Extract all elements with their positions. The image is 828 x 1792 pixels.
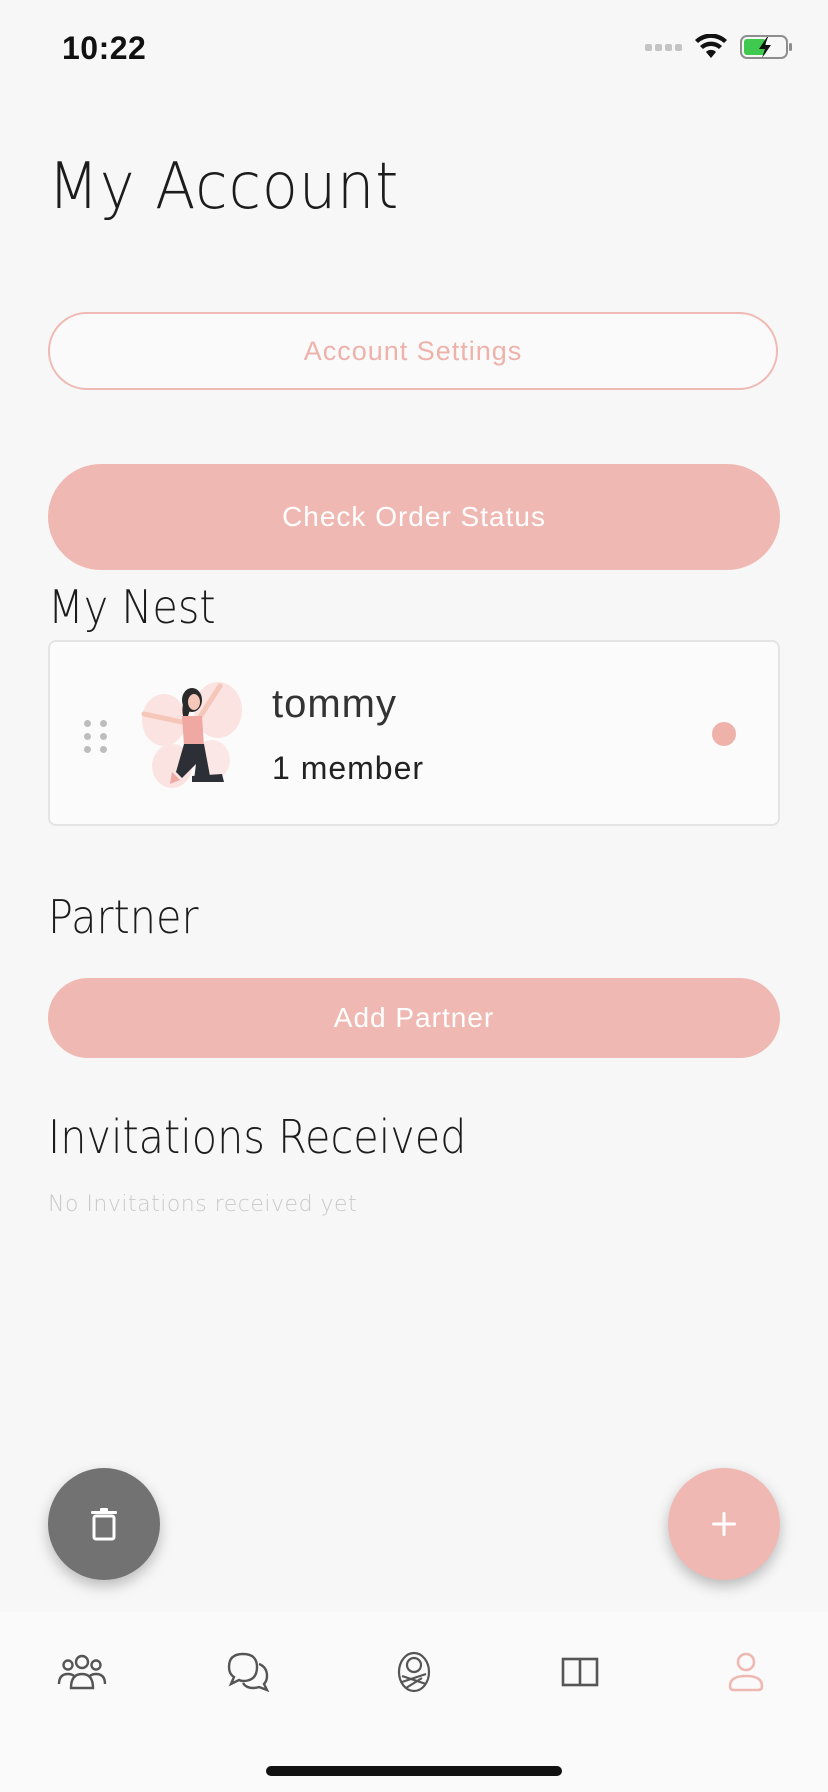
- add-partner-button[interactable]: Add Partner: [48, 978, 780, 1058]
- baby-icon: [397, 1651, 431, 1693]
- tab-book[interactable]: [550, 1642, 610, 1702]
- status-time: 10:22: [62, 30, 147, 66]
- nest-name: tommy: [272, 682, 397, 726]
- profile-icon: [728, 1652, 764, 1692]
- tab-profile[interactable]: [716, 1642, 776, 1702]
- my-account-screen: 10:22 My Account Account Settings Check …: [0, 0, 828, 1792]
- invitations-heading: Invitations Received: [48, 1110, 467, 1164]
- wifi-icon: [695, 34, 727, 58]
- trash-icon: [91, 1508, 117, 1541]
- tab-bar: [0, 1612, 828, 1792]
- plus-icon: [712, 1512, 736, 1536]
- signal-icon: [645, 43, 682, 51]
- status-bar: 10:22: [0, 0, 828, 100]
- tab-chat[interactable]: [218, 1642, 278, 1702]
- tab-baby[interactable]: [384, 1642, 444, 1702]
- delete-button[interactable]: [48, 1468, 160, 1580]
- account-settings-button[interactable]: Account Settings: [48, 312, 778, 390]
- my-nest-heading: My Nest: [48, 580, 216, 634]
- nest-card[interactable]: tommy 1 member: [48, 640, 780, 826]
- status-icons: [645, 34, 794, 60]
- nest-status-dot: [712, 722, 736, 746]
- chat-icon: [227, 1652, 270, 1693]
- partner-heading: Partner: [48, 890, 199, 944]
- nest-avatar: [141, 682, 242, 788]
- community-icon: [57, 1654, 107, 1690]
- tab-community[interactable]: [52, 1642, 112, 1702]
- add-button[interactable]: [668, 1468, 780, 1580]
- invitations-empty-text: No Invitations received yet: [48, 1192, 358, 1217]
- nest-member-count: 1 member: [272, 750, 425, 786]
- page-title: My Account: [48, 150, 400, 224]
- book-icon: [561, 1657, 599, 1687]
- check-order-status-button[interactable]: Check Order Status: [48, 464, 780, 570]
- battery-charging-icon: [740, 35, 792, 59]
- home-indicator: [266, 1766, 562, 1776]
- drag-handle-icon[interactable]: [84, 720, 108, 753]
